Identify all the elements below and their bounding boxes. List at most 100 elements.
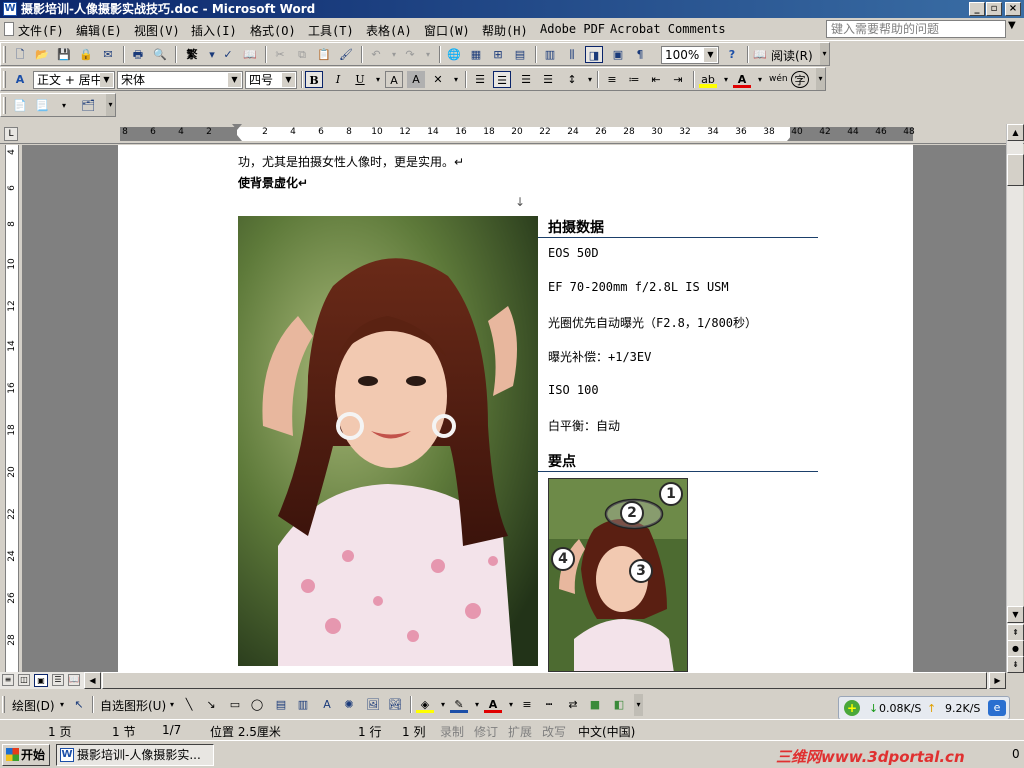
align-right-icon[interactable]: ☰ <box>517 71 535 88</box>
textbox-icon[interactable]: ▤ <box>272 696 290 713</box>
section-title-key-points[interactable]: 要点 <box>548 451 576 471</box>
select-browse-object-icon[interactable]: ● <box>1007 640 1024 657</box>
3d-style-icon[interactable]: ◧ <box>610 696 628 713</box>
char-shading-icon[interactable]: A <box>407 71 425 88</box>
arrow-icon[interactable]: ↘ <box>202 696 220 713</box>
help-search-input[interactable]: 键入需要帮助的问题 <box>826 20 1006 38</box>
open-icon[interactable]: 📂 <box>33 46 51 63</box>
horizontal-ruler[interactable]: L 8 6 4 2 2 4 6 8 10 12 14 16 18 20 22 2… <box>0 124 1024 144</box>
chevron-down-icon[interactable]: ▼ <box>704 48 717 62</box>
toolbar-grip[interactable] <box>3 46 6 63</box>
format-painter-icon[interactable]: 🖌 <box>337 46 355 63</box>
convert-pdf-email-icon[interactable]: 📃 <box>33 97 51 114</box>
minimize-button[interactable]: _ <box>969 2 985 16</box>
normal-view-icon[interactable]: ≡ <box>2 674 14 686</box>
pdf-dropdown-icon[interactable]: ▾ <box>55 97 73 114</box>
menu-view[interactable]: 视图(V) <box>134 22 180 39</box>
save-icon[interactable]: 💾 <box>55 46 73 63</box>
align-left-icon[interactable]: ☰ <box>471 71 489 88</box>
zoom-select[interactable]: 100% ▼ <box>661 46 719 64</box>
read-icon[interactable]: 📖 <box>751 46 769 63</box>
char-scaling-dropdown-icon[interactable]: ▾ <box>447 71 465 88</box>
draw-font-color-icon[interactable]: A <box>484 696 502 713</box>
callout-marker[interactable]: 4 <box>551 547 575 571</box>
menu-adobe-pdf[interactable]: Adobe PDF <box>540 22 605 36</box>
toolbar-options-icon[interactable]: ▾ <box>816 68 825 90</box>
autoshapes-dropdown-icon[interactable]: ▾ <box>170 700 174 709</box>
numbering-icon[interactable]: ≡ <box>603 71 621 88</box>
bullets-icon[interactable]: ≔ <box>625 71 643 88</box>
reading-view-icon[interactable]: 📖 <box>68 674 80 686</box>
insert-excel-icon[interactable]: ▤ <box>511 46 529 63</box>
data-line-exposure-mode[interactable]: 光圈优先自动曝光（F2.8，1/800秒） <box>548 314 757 331</box>
section-title-shooting-data[interactable]: 拍摄数据 <box>548 217 604 237</box>
network-speed-meter[interactable]: + ↓ 0.08K/S ↑ 9.2K/S e <box>838 696 1010 720</box>
justify-icon[interactable]: ☰ <box>539 71 557 88</box>
hyperlink-icon[interactable]: 🌐 <box>445 46 463 63</box>
insert-table-icon[interactable]: ⊞ <box>489 46 507 63</box>
print-preview-icon[interactable]: 🔍 <box>151 46 169 63</box>
callout-marker[interactable]: 3 <box>629 559 653 583</box>
menu-tools[interactable]: 工具(T) <box>308 22 354 39</box>
data-line-lens[interactable]: EF 70-200mm f/2.8L IS USM <box>548 280 729 294</box>
show-hide-icon[interactable]: ¶ <box>631 46 649 63</box>
chevron-down-icon[interactable]: ▼ <box>100 73 113 87</box>
toolbar-grip[interactable] <box>2 696 5 713</box>
scroll-down-icon[interactable]: ▼ <box>1007 606 1024 623</box>
draw-menu-dropdown-icon[interactable]: ▾ <box>60 700 64 709</box>
doc-menu-icon[interactable] <box>4 22 14 36</box>
decrease-indent-icon[interactable]: ⇤ <box>647 71 665 88</box>
vertical-textbox-icon[interactable]: ▥ <box>294 696 312 713</box>
annotated-thumbnail[interactable] <box>548 478 688 672</box>
undo-icon[interactable]: ↶ <box>367 46 385 63</box>
redo-dropdown-icon[interactable]: ▾ <box>419 46 437 63</box>
rectangle-icon[interactable]: ▭ <box>226 696 244 713</box>
print-icon[interactable]: 🖶 <box>129 46 147 63</box>
highlight-icon[interactable]: ab <box>699 71 717 88</box>
copy-icon[interactable]: ⧉ <box>293 46 311 63</box>
chevron-down-icon[interactable]: ▼ <box>282 73 295 87</box>
phonetic-guide-icon[interactable]: wén <box>769 71 788 88</box>
ie-icon[interactable]: e <box>988 700 1006 716</box>
document-map-icon[interactable]: ◨ <box>585 46 603 63</box>
status-overtype[interactable]: 改写 <box>542 723 566 740</box>
italic-button[interactable]: I <box>329 71 347 88</box>
print-view-icon[interactable]: ▣ <box>34 674 48 687</box>
document-area[interactable]: 功，尤其是拍摄女性人像时，更是实用。↵ 使背景虚化↵ ↓ 拍摄数据 EOS 50… <box>22 145 1006 672</box>
paste-icon[interactable]: 📋 <box>315 46 333 63</box>
menu-window[interactable]: 窗口(W) <box>424 22 470 39</box>
maximize-button[interactable]: ▫ <box>986 2 1002 16</box>
shadow-style-icon[interactable]: ■ <box>586 696 604 713</box>
align-center-icon[interactable]: ☰ <box>493 71 511 88</box>
tables-borders-icon[interactable]: ▦ <box>467 46 485 63</box>
scroll-up-icon[interactable]: ▲ <box>1007 124 1024 141</box>
toolbar-options-icon[interactable]: ▾ <box>634 694 643 716</box>
dash-style-icon[interactable]: ┅ <box>540 696 558 713</box>
redo-icon[interactable]: ↷ <box>401 46 419 63</box>
toolbar-options-icon[interactable]: ▾ <box>106 94 115 116</box>
portrait-photo[interactable] <box>238 216 538 666</box>
font-color-dropdown-icon[interactable]: ▾ <box>751 71 769 88</box>
data-line-white-balance[interactable]: 白平衡：自动 <box>548 417 620 434</box>
toolbar-options-icon[interactable]: ▾ <box>820 43 829 65</box>
taskbar-item-word[interactable]: W 摄影培训-人像摄影实... <box>56 744 214 766</box>
scroll-thumb[interactable] <box>1007 154 1024 186</box>
toolbar-grip[interactable] <box>3 71 6 88</box>
word-app-icon[interactable]: W <box>3 2 17 16</box>
document-map-toggle-icon[interactable]: ▣ <box>609 46 627 63</box>
drawing-icon[interactable]: ⫼ <box>563 46 581 63</box>
help-icon[interactable]: ? <box>723 46 741 63</box>
toolbar-grip[interactable] <box>3 97 6 114</box>
bold-button[interactable]: B <box>305 71 323 88</box>
pdf-review-icon[interactable]: 🗂 <box>79 97 97 114</box>
subheading-text[interactable]: 使背景虚化↵ <box>238 174 308 191</box>
traditional-chinese-icon[interactable]: 繁 <box>183 46 201 63</box>
first-line-indent-marker[interactable] <box>232 124 242 130</box>
char-border-icon[interactable]: A <box>385 71 403 88</box>
insert-picture-icon[interactable]: 🏞 <box>386 696 404 713</box>
font-color-icon[interactable]: A <box>733 71 751 88</box>
increase-indent-icon[interactable]: ⇥ <box>669 71 687 88</box>
email-icon[interactable]: ✉ <box>99 46 117 63</box>
menu-table[interactable]: 表格(A) <box>366 22 412 39</box>
data-line-exposure-comp[interactable]: 曝光补偿：+1/3EV <box>548 348 651 365</box>
